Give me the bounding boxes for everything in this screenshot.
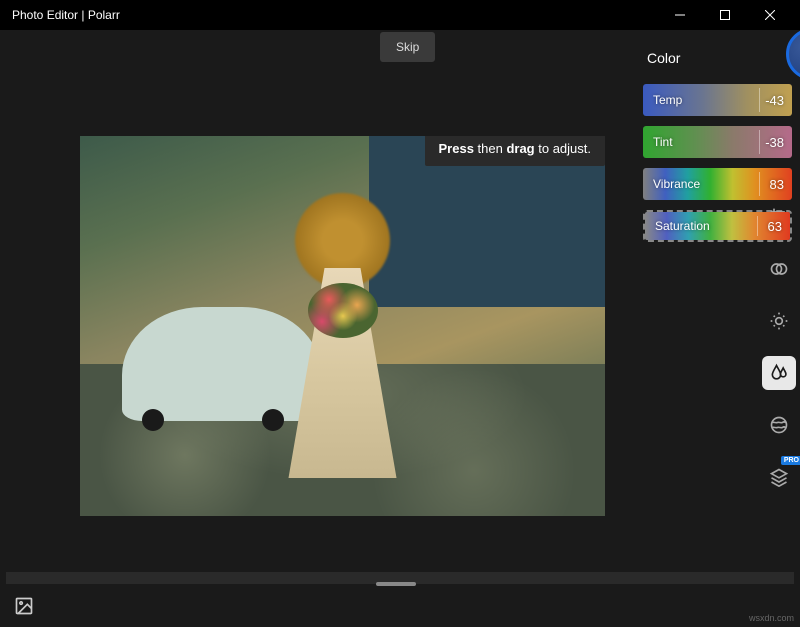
skip-button[interactable]: Skip [380,32,435,62]
slider-value: 63 [760,219,790,234]
overlap-circles-icon[interactable] [762,252,796,286]
content-area: Press then drag to adjust. Color Temp -4… [0,30,800,572]
scroll-handle[interactable] [376,582,416,586]
layers-button[interactable]: PRO [762,460,796,494]
slider-label: Vibrance [643,177,762,191]
bottom-bar [0,572,800,627]
slider-label: Saturation [645,219,760,233]
saturation-slider[interactable]: Saturation 63 [643,210,792,242]
watermark: wsxdn.com [749,613,794,623]
panel-title: Color [643,50,680,66]
slider-label: Temp [643,93,762,107]
canvas-area: Press then drag to adjust. [0,30,635,572]
image-icon[interactable] [14,596,34,621]
color-wheel-icon[interactable] [786,28,800,80]
droplet-tool-button[interactable] [762,356,796,390]
minimize-button[interactable] [657,0,702,30]
right-toolbar: PRO [758,200,800,494]
pro-badge: PRO [781,456,800,465]
photo-canvas[interactable]: Press then drag to adjust. [80,136,605,516]
tutorial-tooltip: Press then drag to adjust. [425,136,606,166]
maximize-button[interactable] [702,0,747,30]
slider-value: -43 [762,93,792,108]
vibrance-slider[interactable]: Vibrance 83 [643,168,792,200]
titlebar: Photo Editor | Polarr [0,0,800,30]
close-button[interactable] [747,0,792,30]
window-title: Photo Editor | Polarr [12,8,657,22]
tint-slider[interactable]: Tint -38 [643,126,792,158]
slider-label: Tint [643,135,762,149]
temp-slider[interactable]: Temp -43 [643,84,792,116]
sun-icon[interactable] [762,304,796,338]
thumbnail-strip[interactable] [6,572,794,584]
slider-value: -38 [762,135,792,150]
slider-value: 83 [762,177,792,192]
window-controls [657,0,792,30]
waves-icon[interactable] [762,408,796,442]
